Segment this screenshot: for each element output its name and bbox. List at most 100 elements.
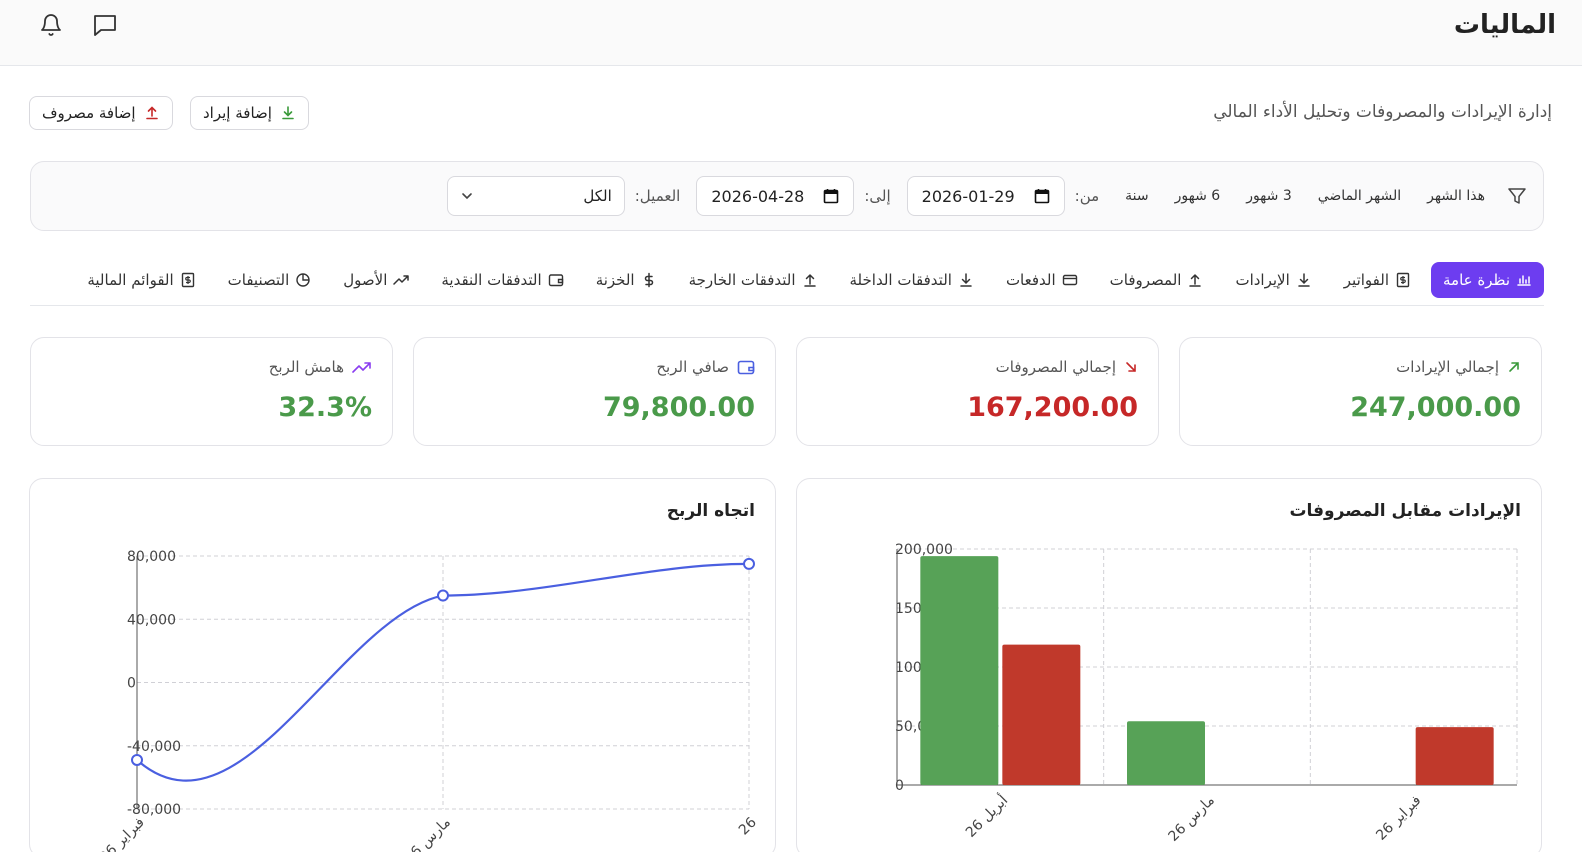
tab-label: الإيرادات xyxy=(1235,271,1290,289)
data-point xyxy=(437,589,449,602)
add-expense-label: إضافة مصروف xyxy=(42,104,136,122)
period-6-months[interactable]: 6 شهور xyxy=(1175,188,1221,204)
tab-7[interactable]: الخزنة xyxy=(584,262,669,298)
card-label: صافي الربح xyxy=(656,358,729,376)
from-date-input[interactable]: 2026-01-29 xyxy=(906,176,1065,216)
card-label: إجمالي المصروفات xyxy=(995,358,1116,376)
arrow-up-icon xyxy=(802,272,818,288)
expense-bar xyxy=(1002,644,1081,785)
arrow-down-icon xyxy=(958,272,974,288)
tab-2[interactable]: الإيرادات xyxy=(1223,262,1323,298)
tab-label: المصروفات xyxy=(1109,271,1182,289)
card-net-profit: صافي الربح 79,800.00 xyxy=(413,337,776,446)
income-vs-expenses-chart: 050,000100,000150,000200,000فبراير 26مار… xyxy=(895,542,1518,845)
y-tick-label: 40,000 xyxy=(127,612,176,628)
chat-icon[interactable] xyxy=(92,12,118,38)
tab-0[interactable]: نظرة عامة xyxy=(1431,262,1544,298)
dollar-icon xyxy=(641,272,657,288)
tab-6[interactable]: التدفقات الخارجة xyxy=(677,262,830,298)
tab-label: الخزنة xyxy=(595,271,635,289)
page-title: الماليات xyxy=(1453,10,1556,40)
data-point xyxy=(743,557,755,570)
trend-icon xyxy=(393,272,410,288)
x-tick-label: فبراير 26 xyxy=(97,815,148,852)
tab-label: القوائم المالية xyxy=(87,271,174,289)
upload-icon xyxy=(145,106,158,120)
pie-icon xyxy=(295,272,311,288)
period-3-months[interactable]: 3 شهور xyxy=(1246,188,1292,204)
arrow-up-right-icon xyxy=(1509,362,1519,372)
card-total-expenses: إجمالي المصروفات 167,200.00 xyxy=(796,337,1159,446)
y-tick-label: -40,000 xyxy=(127,739,181,755)
tab-10[interactable]: التصنيفات xyxy=(216,262,324,298)
x-tick-label: مارس 26 xyxy=(402,815,454,852)
invoice-icon xyxy=(1395,272,1411,288)
tab-3[interactable]: المصروفات xyxy=(1098,262,1216,298)
x-tick-label: 26 xyxy=(736,814,760,838)
client-select-value: الكل xyxy=(583,187,612,205)
card-value: 247,000.00 xyxy=(1350,392,1521,423)
period-last-month[interactable]: الشهر الماضي xyxy=(1318,188,1401,204)
tab-1[interactable]: الفواتير xyxy=(1332,262,1423,298)
data-point xyxy=(131,753,143,766)
period-this-month[interactable]: هذا الشهر xyxy=(1427,188,1485,204)
card-profit-margin: هامش الربح 32.3% xyxy=(30,337,393,446)
filter-icon[interactable] xyxy=(1507,186,1527,206)
profit-trend-chart: -80,000-40,000040,00080,000فبراير 26مارس… xyxy=(97,549,760,852)
tab-9[interactable]: الأصول xyxy=(331,262,421,298)
tab-4[interactable]: الدفعات xyxy=(994,262,1090,298)
card-label: هامش الربح xyxy=(268,358,344,376)
income-vs-expenses-panel: الإيرادات مقابل المصروفات 050,000100,000… xyxy=(796,478,1542,852)
expense-bar xyxy=(1415,727,1494,785)
chevron-down-icon xyxy=(461,193,472,200)
y-tick-label: 0 xyxy=(895,778,904,794)
card-total-income: إجمالي الإيرادات 247,000.00 xyxy=(1179,337,1542,446)
card-value: 32.3% xyxy=(278,392,372,423)
tab-label: التدفقات الداخلة xyxy=(849,271,952,289)
from-date-value: 2026-01-29 xyxy=(921,186,1015,206)
card-icon xyxy=(1062,272,1078,288)
card-value: 79,800.00 xyxy=(602,392,755,423)
y-tick-label: 80,000 xyxy=(127,549,176,565)
x-tick-label: فبراير 26 xyxy=(1373,793,1424,844)
arrow-up-icon xyxy=(1187,272,1203,288)
tab-label: نظرة عامة xyxy=(1443,271,1510,289)
x-tick-label: أبريل 26 xyxy=(961,791,1011,841)
from-label: من: xyxy=(1074,187,1100,205)
wallet-icon xyxy=(548,272,564,288)
tab-bar: نظرة عامة الفواتير الإيرادات المصروفات الدفع… xyxy=(30,262,1544,306)
bell-icon[interactable] xyxy=(38,12,64,38)
tab-11[interactable]: القوائم المالية xyxy=(75,262,207,298)
download-icon xyxy=(282,106,294,120)
y-tick-label: 200,000 xyxy=(895,542,953,558)
income-bar xyxy=(920,556,999,785)
add-expense-button[interactable]: إضافة مصروف xyxy=(29,96,173,130)
invoice-icon xyxy=(180,272,196,288)
income-bar xyxy=(1127,721,1205,785)
client-select[interactable]: الكل xyxy=(446,176,625,216)
profit-trend-panel: اتجاه الربح -80,000 -40,000 0 40,000 80,000 ف… xyxy=(29,478,776,852)
card-label: إجمالي الإيرادات xyxy=(1396,358,1499,376)
to-date-input[interactable]: 2026-04-28 xyxy=(696,176,855,216)
page-subtitle: إدارة الإيرادات والمصروفات وتحليل الأداء… xyxy=(1213,102,1552,122)
tab-8[interactable]: التدفقات النقدية xyxy=(429,262,575,298)
to-label: إلى: xyxy=(864,187,891,205)
calendar-icon[interactable] xyxy=(823,188,839,204)
arrow-down-icon xyxy=(1296,272,1312,288)
tab-label: التصنيفات xyxy=(227,271,290,289)
tab-label: الفواتير xyxy=(1343,271,1390,289)
calendar-icon[interactable] xyxy=(1034,188,1050,204)
card-value: 167,200.00 xyxy=(967,392,1138,423)
tab-5[interactable]: التدفقات الداخلة xyxy=(838,262,986,298)
filter-bar: هذا الشهر الشهر الماضي 3 شهور 6 شهور سنة… xyxy=(30,161,1544,231)
period-year[interactable]: سنة xyxy=(1125,188,1148,204)
trend-icon xyxy=(352,362,371,373)
tab-label: التدفقات الخارجة xyxy=(688,271,796,289)
tab-label: الأصول xyxy=(343,271,388,289)
top-bar: الماليات xyxy=(0,0,1582,66)
to-date-value: 2026-04-28 xyxy=(711,186,805,206)
add-income-label: إضافة إيراد xyxy=(203,104,272,122)
bar-chart-icon xyxy=(1516,272,1532,288)
add-income-button[interactable]: إضافة إيراد xyxy=(190,96,309,130)
tab-label: التدفقات النقدية xyxy=(441,271,542,289)
